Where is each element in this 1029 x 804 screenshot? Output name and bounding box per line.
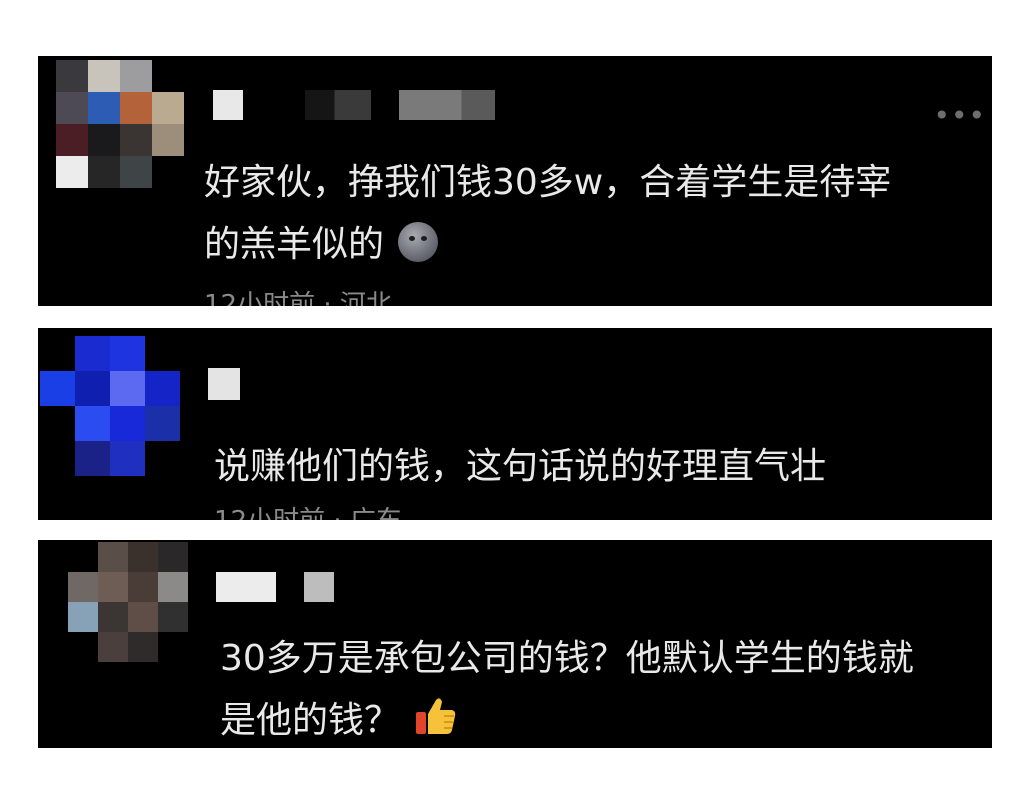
comment-text-line: 好家伙，挣我们钱30多w，合着学生是待宰	[204, 162, 892, 203]
comment-card-2: 说赚他们的钱，这句话说的好理直气壮 12小时前 · 广东	[38, 328, 992, 520]
comment-text: 说赚他们的钱，这句话说的好理直气壮	[214, 436, 984, 498]
username-redacted[interactable]	[213, 90, 533, 122]
sigh-emoji-icon	[398, 222, 439, 262]
comment-text: 30多万是承包公司的钱？他默认学生的钱就 是他的钱？	[220, 628, 990, 748]
comment-text-line: 是他的钱？	[220, 700, 401, 741]
comment-meta: 12小时前 · 广东	[214, 508, 402, 520]
username-redacted[interactable]	[208, 368, 242, 400]
comment-meta: 12小时前 · 河北	[204, 290, 392, 306]
comment-text: 好家伙，挣我们钱30多w，合着学生是待宰 的羔羊似的	[204, 152, 992, 276]
comment-text-line: 说赚他们的钱，这句话说的好理直气壮	[214, 446, 827, 487]
avatar[interactable]	[68, 542, 188, 662]
comment-text-line: 30多万是承包公司的钱？他默认学生的钱就	[220, 638, 914, 679]
more-options-icon[interactable]: •••	[933, 102, 986, 130]
avatar[interactable]	[56, 60, 184, 188]
thumbs-up-emoji-icon	[414, 694, 458, 748]
comment-card-1: ••• 好家伙，挣我们钱30多w，合着学生是待宰 的羔羊似的 12小时前 · 河…	[38, 56, 992, 306]
avatar[interactable]	[40, 336, 180, 476]
username-redacted[interactable]	[216, 572, 346, 604]
comment-card-3: 30多万是承包公司的钱？他默认学生的钱就 是他的钱？	[38, 540, 992, 748]
comment-text-line: 的羔羊似的	[204, 224, 385, 265]
